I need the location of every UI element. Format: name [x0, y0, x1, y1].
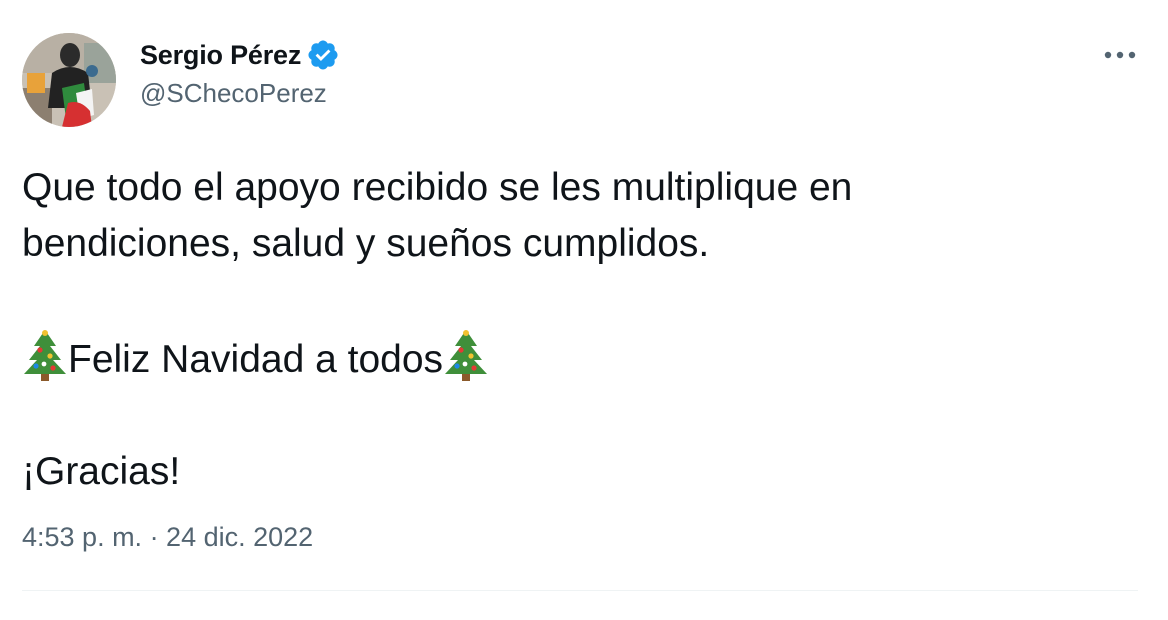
verified-badge-icon[interactable] [306, 38, 340, 72]
christmas-tree-icon [22, 328, 68, 382]
avatar[interactable] [22, 33, 116, 127]
avatar-image [22, 33, 116, 127]
name-row: Sergio Pérez [140, 38, 340, 72]
tweet-thanks-line: ¡Gracias! [22, 450, 181, 493]
christmas-tree-icon [443, 328, 489, 382]
tweet-line-1: Que todo el apoyo recibido se les multip… [22, 166, 853, 209]
tweet-timestamp[interactable]: 4:53 p. m. · 24 dic. 2022 [22, 522, 313, 553]
display-name[interactable]: Sergio Pérez [140, 40, 301, 71]
user-handle[interactable]: @SChecoPerez [140, 78, 340, 109]
more-options-icon[interactable] [1102, 40, 1138, 70]
line-spacer [22, 388, 1142, 444]
greeting-text: Feliz Navidad a todos [68, 338, 444, 381]
author-block: Sergio Pérez @SChecoPerez [140, 38, 340, 109]
line-spacer [22, 272, 1142, 328]
tweet-text: Que todo el apoyo recibido se les multip… [22, 160, 1142, 500]
tweet-line-2: bendiciones, salud y sueños cumplidos. [22, 222, 710, 265]
tweet-card: Sergio Pérez @SChecoPerez Que todo el ap… [0, 0, 1168, 620]
divider [22, 590, 1138, 591]
tweet-greeting-line: Feliz Navidad a todos [22, 328, 1142, 388]
